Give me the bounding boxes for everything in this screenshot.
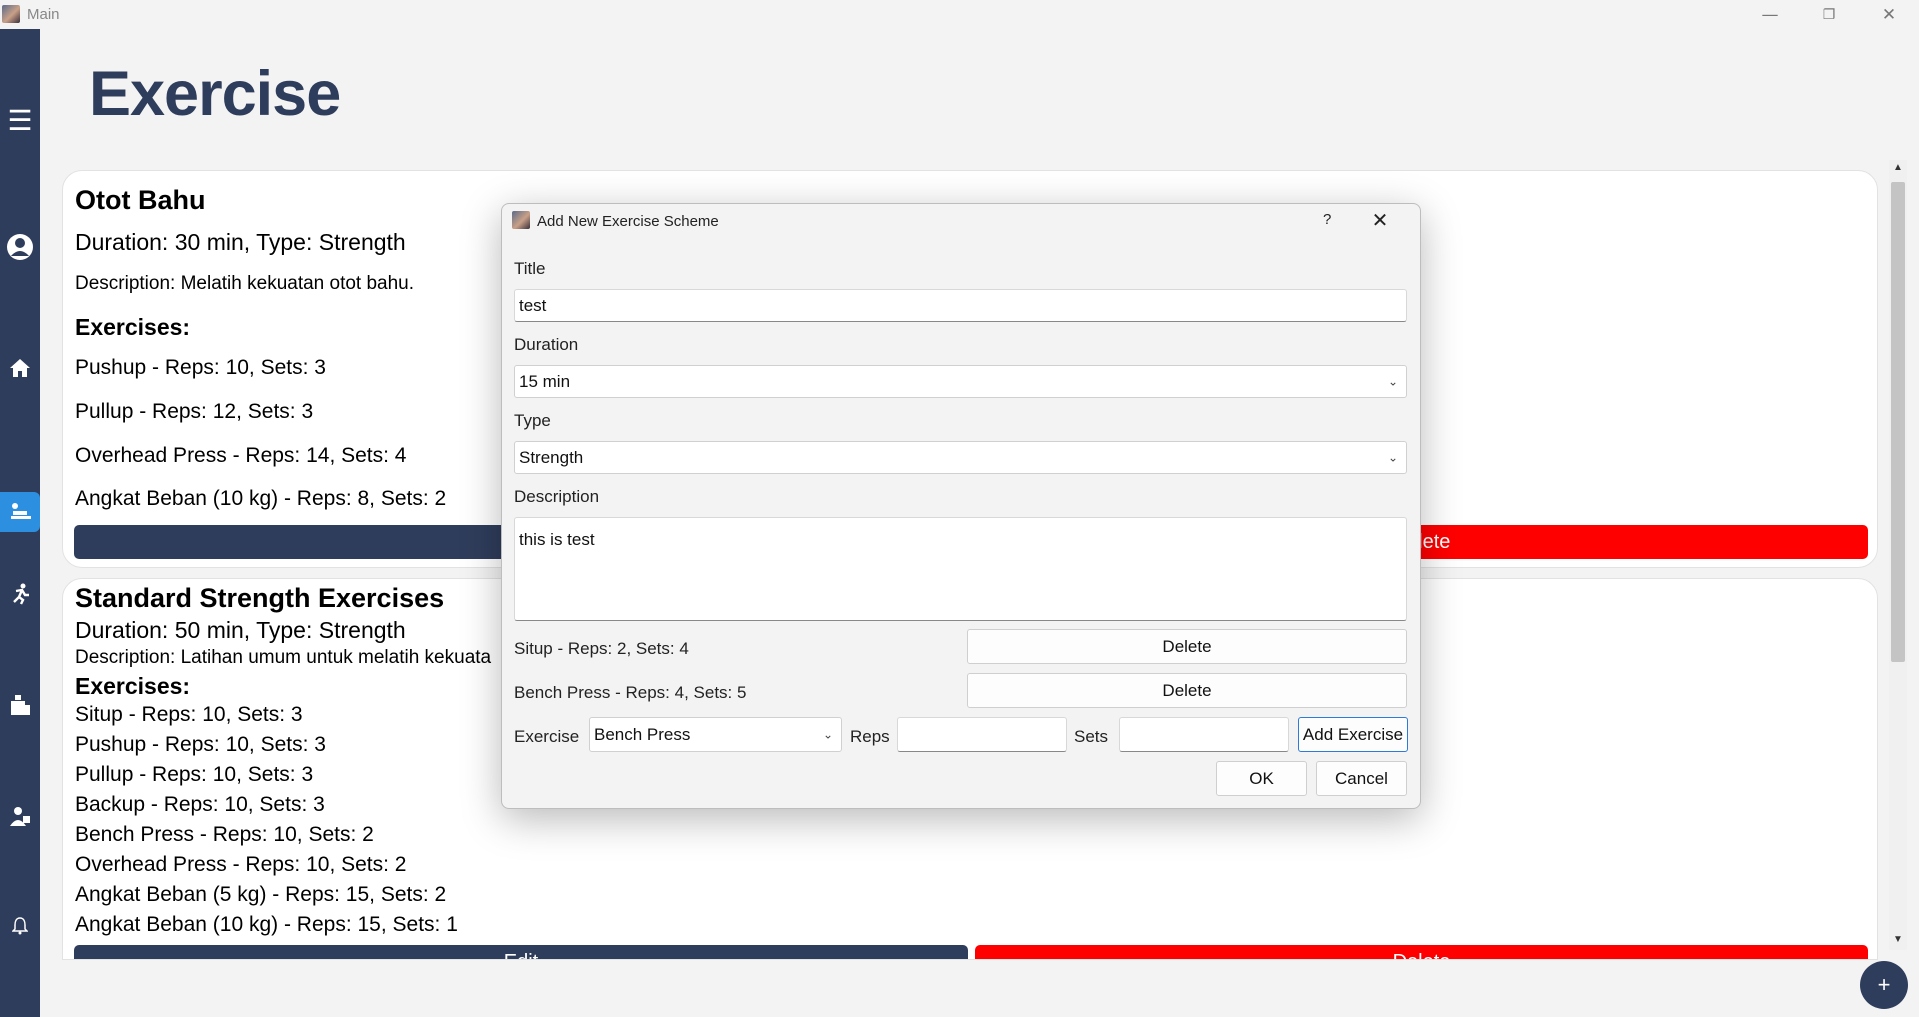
list-item: Angkat Beban (5 kg) - Reps: 15, Sets: 2: [75, 883, 447, 906]
list-item: Bench Press - Reps: 10, Sets: 2: [75, 823, 374, 846]
sidebar: ☰: [0, 29, 40, 1017]
type-label: Type: [514, 411, 551, 430]
exercise-value: Bench Press: [594, 724, 691, 744]
minimize-button[interactable]: —: [1747, 2, 1793, 28]
list-item: Overhead Press - Reps: 10, Sets: 2: [75, 853, 407, 876]
add-exercise-dialog: Add New Exercise Scheme ? ✕ Title test D…: [501, 203, 1421, 809]
scroll-thumb[interactable]: [1891, 182, 1905, 662]
exercises-heading: Exercises:: [75, 673, 191, 699]
sets-label: Sets: [1074, 727, 1109, 746]
added-exercise-text: Situp - Reps: 2, Sets: 4: [514, 639, 689, 658]
restore-button[interactable]: ❐: [1806, 2, 1852, 28]
close-button[interactable]: ✕: [1866, 2, 1912, 28]
exercise-label: Exercise: [514, 727, 580, 746]
exercise-icon: [11, 503, 31, 519]
running-icon[interactable]: [0, 582, 40, 611]
chevron-down-icon: ⌄: [1387, 449, 1398, 464]
chevron-down-icon: ⌄: [1387, 373, 1398, 388]
scroll-down-arrow[interactable]: ▼: [1889, 934, 1907, 945]
profile-icon[interactable]: [0, 233, 40, 266]
list-item: Pullup - Reps: 10, Sets: 3: [75, 763, 314, 786]
card-description: Description: Melatih kekuatan otot bahu.: [75, 273, 415, 294]
add-scheme-button[interactable]: +: [1860, 961, 1908, 1009]
home-icon[interactable]: [0, 357, 40, 384]
list-item: Backup - Reps: 10, Sets: 3: [75, 793, 325, 816]
help-button[interactable]: ?: [1323, 211, 1331, 228]
bell-icon[interactable]: [0, 917, 40, 940]
duration-label: Duration: [514, 335, 579, 354]
window-titlebar: Main — ❐ ✕: [0, 0, 1919, 29]
trainer-icon[interactable]: [0, 804, 40, 833]
card-description: Description: Latihan umum untuk melatih …: [75, 647, 492, 668]
menu-icon[interactable]: ☰: [0, 104, 40, 137]
type-select[interactable]: Strength ⌄: [514, 441, 1407, 474]
dialog-close-button[interactable]: ✕: [1360, 206, 1400, 234]
app-icon: [2, 5, 20, 23]
list-item: Pushup - Reps: 10, Sets: 3: [75, 733, 326, 756]
delete-exercise-button[interactable]: Delete: [967, 673, 1407, 708]
description-label: Description: [514, 487, 600, 506]
sidebar-item-exercise[interactable]: [0, 492, 40, 532]
reps-label: Reps: [850, 727, 890, 746]
title-field[interactable]: test: [514, 289, 1407, 322]
delete-exercise-button[interactable]: Delete: [967, 629, 1407, 664]
description-textarea[interactable]: this is test: [514, 517, 1407, 621]
scroll-up-arrow[interactable]: ▲: [1889, 162, 1907, 173]
card-meta: Duration: 30 min, Type: Strength: [75, 229, 406, 255]
list-item: Pushup - Reps: 10, Sets: 3: [75, 356, 326, 379]
card-title: Standard Strength Exercises: [75, 583, 445, 613]
sets-field[interactable]: [1119, 717, 1289, 752]
add-exercise-button[interactable]: Add Exercise: [1298, 717, 1408, 752]
title-label: Title: [514, 259, 546, 278]
exercises-heading: Exercises:: [75, 314, 191, 340]
dialog-app-icon: [512, 211, 530, 229]
reps-field[interactable]: [897, 717, 1067, 752]
card-meta: Duration: 50 min, Type: Strength: [75, 617, 406, 643]
chevron-down-icon: ⌄: [822, 726, 833, 741]
added-exercise-text: Bench Press - Reps: 4, Sets: 5: [514, 683, 747, 702]
ok-button[interactable]: OK: [1216, 761, 1307, 796]
cancel-button[interactable]: Cancel: [1316, 761, 1407, 796]
list-item: Situp - Reps: 10, Sets: 3: [75, 703, 303, 726]
edit-button[interactable]: Edit: [74, 945, 968, 959]
duration-value: 15 min: [519, 371, 571, 391]
vertical-scrollbar[interactable]: ▲ ▼: [1889, 160, 1907, 950]
list-item: Angkat Beban (10 kg) - Reps: 8, Sets: 2: [75, 487, 447, 510]
exercise-select[interactable]: Bench Press ⌄: [589, 717, 842, 752]
window-title: Main: [27, 6, 60, 23]
card-title: Otot Bahu: [75, 185, 206, 215]
list-item: Angkat Beban (10 kg) - Reps: 15, Sets: 1: [75, 913, 458, 936]
meal-icon[interactable]: [0, 693, 40, 722]
duration-select[interactable]: 15 min ⌄: [514, 365, 1407, 398]
list-item: Pullup - Reps: 12, Sets: 3: [75, 400, 314, 423]
delete-button[interactable]: Delete: [975, 945, 1868, 959]
page-title: Exercise: [89, 59, 341, 129]
dialog-title: Add New Exercise Scheme: [537, 213, 719, 230]
type-value: Strength: [519, 447, 584, 467]
list-item: Overhead Press - Reps: 14, Sets: 4: [75, 444, 407, 467]
